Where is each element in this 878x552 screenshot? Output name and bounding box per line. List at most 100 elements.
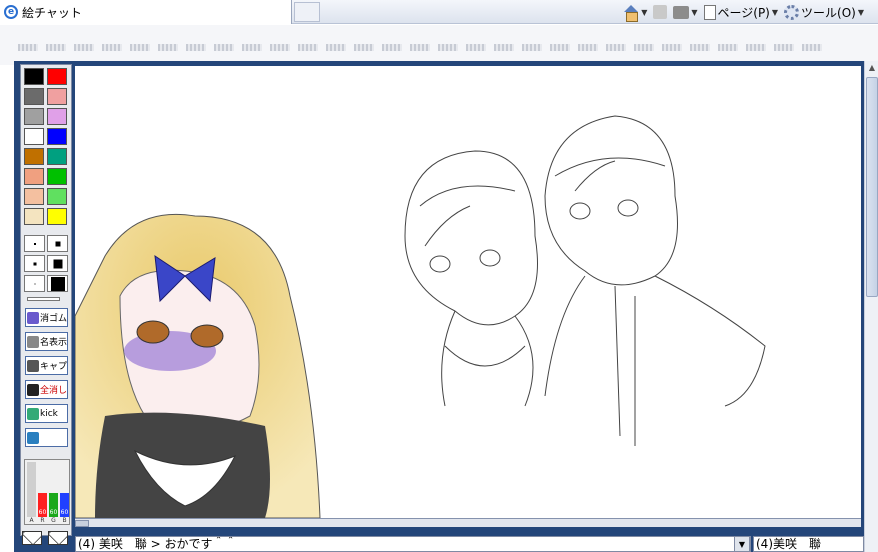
header-dash: [522, 44, 542, 51]
channel-label: A: [29, 517, 34, 524]
tool-label: kick: [40, 408, 58, 419]
pen-size-button[interactable]: [24, 275, 45, 292]
color-swatch[interactable]: [24, 168, 44, 185]
scroll-up-icon[interactable]: ▲: [866, 61, 878, 73]
header-dash: [298, 44, 318, 51]
header-dash: [634, 44, 654, 51]
header-dash: [606, 44, 626, 51]
rss-icon: [653, 5, 668, 19]
header-dash: [718, 44, 738, 51]
header-dash: [242, 44, 262, 51]
header-dash: [130, 44, 150, 51]
header-dash: [662, 44, 682, 51]
color-swatch[interactable]: [47, 188, 67, 205]
canvas-horizontal-scrollbar[interactable]: [75, 518, 861, 527]
color-swatch[interactable]: [24, 108, 44, 125]
header-decoration: [18, 44, 822, 51]
color-swatch[interactable]: [24, 188, 44, 205]
header-dash: [774, 44, 794, 51]
header-dash: [326, 44, 346, 51]
kick-icon: [27, 407, 39, 420]
header-dash: [74, 44, 94, 51]
color-swatch[interactable]: [47, 148, 67, 165]
tool-label: 全消し: [40, 386, 68, 396]
color-swatch[interactable]: [24, 208, 44, 225]
camera-icon: [27, 359, 39, 372]
home-button[interactable]: ▼: [623, 4, 647, 22]
color-swatch[interactable]: [47, 208, 67, 225]
new-tab-button[interactable]: [294, 2, 320, 22]
color-swatch[interactable]: [24, 148, 44, 165]
scrollbar-thumb[interactable]: [75, 520, 89, 527]
chevron-down-icon: ▼: [771, 7, 779, 17]
page-menu-label: ページ(P): [717, 5, 770, 20]
header-dash: [214, 44, 234, 51]
color-swatch[interactable]: [47, 88, 67, 105]
tools-menu[interactable]: ツール(O) ▼: [784, 4, 864, 21]
header-dash: [578, 44, 598, 51]
header-dash: [438, 44, 458, 51]
header-dash: [354, 44, 374, 51]
tool-label: キャプ: [40, 362, 68, 372]
color-swatch[interactable]: [47, 68, 67, 85]
tool-kick-button[interactable]: kick: [25, 404, 68, 423]
color-swatch[interactable]: [24, 88, 44, 105]
tool-label: 消ゴム: [40, 314, 68, 324]
chevron-down-icon: ▼: [738, 539, 746, 549]
channel-label: B: [62, 517, 67, 524]
pen-size-button[interactable]: [47, 255, 68, 272]
tool-zoom-button[interactable]: [25, 428, 68, 447]
browser-tab[interactable]: e 絵チャット: [0, 0, 292, 24]
user-list[interactable]: (4)美咲 聯: [753, 536, 864, 552]
channel-value: 60: [49, 509, 58, 516]
tool-キャプ-button[interactable]: キャプ: [25, 356, 68, 375]
header-dash: [466, 44, 486, 51]
gear-icon: [784, 4, 800, 20]
feeds-button[interactable]: [653, 5, 668, 19]
color-swatch[interactable]: [24, 128, 44, 145]
mail-icon[interactable]: [22, 531, 42, 545]
command-bar: ▼ ▼ ページ(P) ▼ ツール(O) ▼: [623, 3, 864, 22]
page-vertical-scrollbar[interactable]: ▲: [864, 61, 878, 552]
header-dash: [494, 44, 514, 51]
rgb-sliders[interactable]: A 60 R 60 G 60 B: [24, 459, 70, 525]
header-dash: [186, 44, 206, 51]
header-dash: [270, 44, 290, 51]
channel-value: 60: [38, 509, 47, 516]
tool-名表示-button[interactable]: 名表示: [25, 332, 68, 351]
channel-bar[interactable]: [27, 462, 36, 517]
color-swatch[interactable]: [24, 68, 44, 85]
color-swatch[interactable]: [47, 168, 67, 185]
pen-size-button[interactable]: [24, 235, 45, 252]
zoom-icon: [27, 431, 39, 444]
print-button[interactable]: ▼: [673, 5, 698, 19]
chevron-down-icon: ▼: [857, 7, 864, 17]
home-icon: [623, 4, 639, 22]
tool-label: 名表示: [40, 338, 68, 348]
header-dash: [746, 44, 766, 51]
clear-all-icon: [27, 383, 39, 396]
pen-size-button[interactable]: [47, 275, 68, 292]
chat-scroll-button[interactable]: ▼: [734, 536, 750, 552]
name-display-icon: [27, 335, 39, 348]
eraser-icon: [27, 311, 39, 324]
color-swatch[interactable]: [47, 108, 67, 125]
drawing-canvas[interactable]: [75, 66, 861, 518]
header-dash: [102, 44, 122, 51]
mail-icon[interactable]: [48, 531, 68, 545]
header-dash: [46, 44, 66, 51]
tab-title: 絵チャット: [22, 5, 82, 20]
header-dash: [410, 44, 430, 51]
pen-size-button[interactable]: [47, 235, 68, 252]
pen-size-button[interactable]: [24, 255, 45, 272]
page-menu[interactable]: ページ(P) ▼: [703, 4, 779, 21]
line-width-slider[interactable]: [27, 297, 60, 301]
tool-消ゴム-button[interactable]: 消ゴム: [25, 308, 68, 327]
header-dash: [158, 44, 178, 51]
chat-log: (4) 美咲 聯 > おかです＾＾: [75, 536, 751, 552]
tools-menu-label: ツール(O): [801, 5, 856, 20]
tool-全消し-button[interactable]: 全消し: [25, 380, 68, 399]
color-swatch[interactable]: [47, 128, 67, 145]
scrollbar-thumb[interactable]: [866, 77, 878, 297]
header-dash: [18, 44, 38, 51]
